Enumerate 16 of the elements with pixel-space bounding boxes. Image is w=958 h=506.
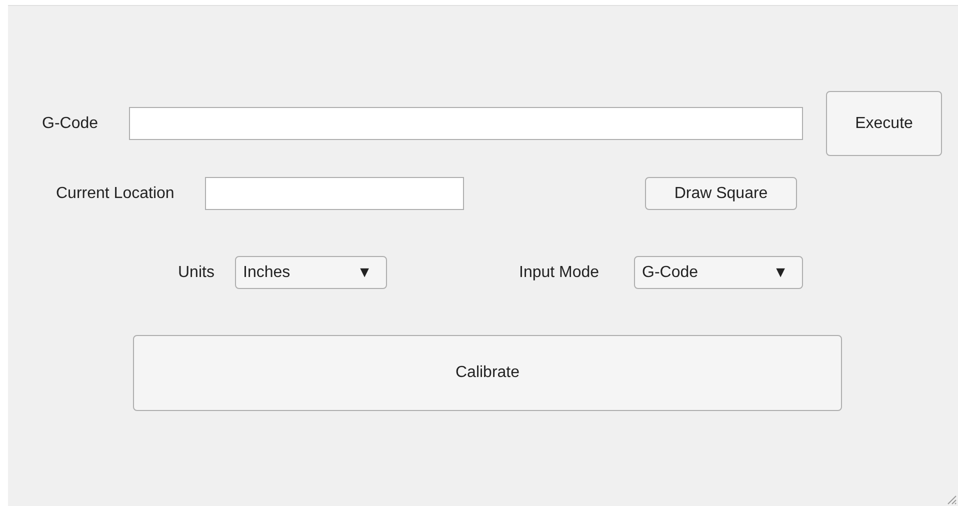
- draw-square-button[interactable]: Draw Square: [645, 177, 797, 210]
- calibrate-button[interactable]: Calibrate: [133, 335, 842, 411]
- dropdown-value: Inches: [243, 264, 290, 282]
- dropdown-value: G-Code: [642, 264, 698, 282]
- current-location-label: Current Location: [56, 184, 176, 202]
- current-location-input-field[interactable]: [205, 177, 464, 210]
- resize-grip-icon: [945, 493, 957, 505]
- dropdown-arrow-icon: ▼: [357, 264, 372, 281]
- input-mode-dropdown[interactable]: G-Code ▼: [634, 256, 803, 289]
- units-label: Units: [178, 264, 216, 282]
- dropdown-arrow-icon: ▼: [773, 264, 788, 281]
- units-dropdown[interactable]: Inches ▼: [235, 256, 387, 289]
- input-mode-label: Input Mode: [519, 264, 600, 282]
- gcode-input-field[interactable]: [129, 107, 803, 140]
- execute-button[interactable]: Execute: [826, 91, 942, 156]
- gcode-label: G-Code: [42, 114, 100, 132]
